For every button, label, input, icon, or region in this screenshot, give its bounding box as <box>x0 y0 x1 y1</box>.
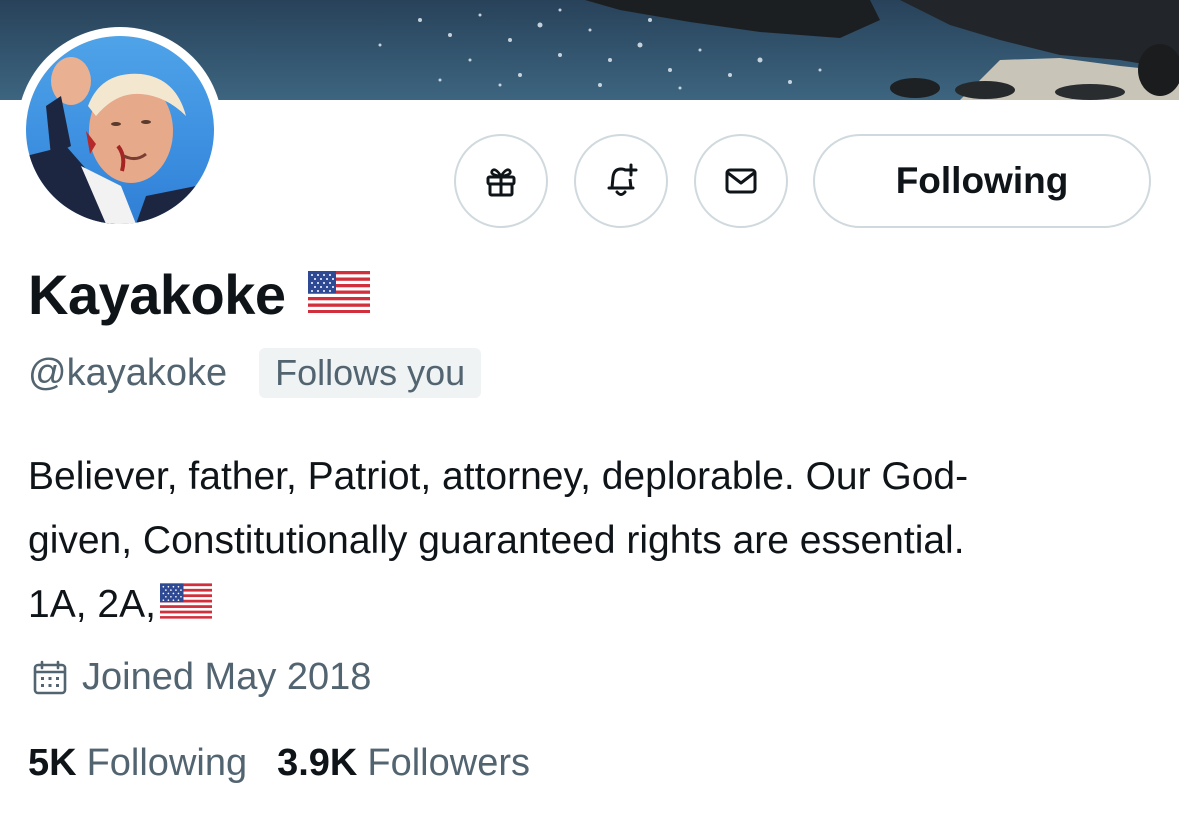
joined-date: Joined May 2018 <box>82 656 372 698</box>
calendar-icon <box>33 660 67 694</box>
notifications-button[interactable] <box>574 134 668 228</box>
following-count: 5K <box>28 742 77 784</box>
profile-avatar[interactable] <box>17 27 223 233</box>
joined-row: Joined May 2018 <box>30 656 371 699</box>
gift-button[interactable] <box>454 134 548 228</box>
following-label: Following <box>86 742 248 784</box>
follow-stats: 5K Following 3.9K Followers <box>28 742 530 785</box>
handle-row: @kayakoke Follows you <box>28 348 482 398</box>
followers-label: Followers <box>367 742 530 784</box>
bio-line-text: 1A, 2A, <box>28 583 156 626</box>
followers-stat-link[interactable]: 3.9K Followers <box>277 742 530 785</box>
profile-bio: Believer, father, Patriot, attorney, dep… <box>28 445 1158 639</box>
bio-line: 1A, 2A, <box>28 573 1158 639</box>
bio-line: Believer, father, Patriot, attorney, dep… <box>28 455 969 498</box>
follows-you-badge: Follows you <box>259 348 482 398</box>
followers-count: 3.9K <box>277 742 358 784</box>
us-flag-emoji <box>307 271 370 318</box>
avatar-photo <box>26 36 214 224</box>
user-handle: @kayakoke <box>28 351 228 394</box>
gift-icon <box>486 168 516 197</box>
display-name: Kayakoke <box>28 263 286 326</box>
following-button[interactable]: Following <box>813 134 1151 228</box>
bell-plus-icon <box>607 163 638 196</box>
following-stat-link[interactable]: 5K Following <box>28 742 247 785</box>
following-button-label: Following <box>895 160 1069 201</box>
profile-page: Following Kayakoke @kayakoke Follows you… <box>0 0 1179 833</box>
display-name-row: Kayakoke <box>28 262 370 327</box>
bio-line: given, Constitutionally guaranteed right… <box>28 519 965 562</box>
message-button[interactable] <box>694 134 788 228</box>
us-flag-emoji <box>159 575 212 639</box>
envelope-icon <box>725 168 757 194</box>
